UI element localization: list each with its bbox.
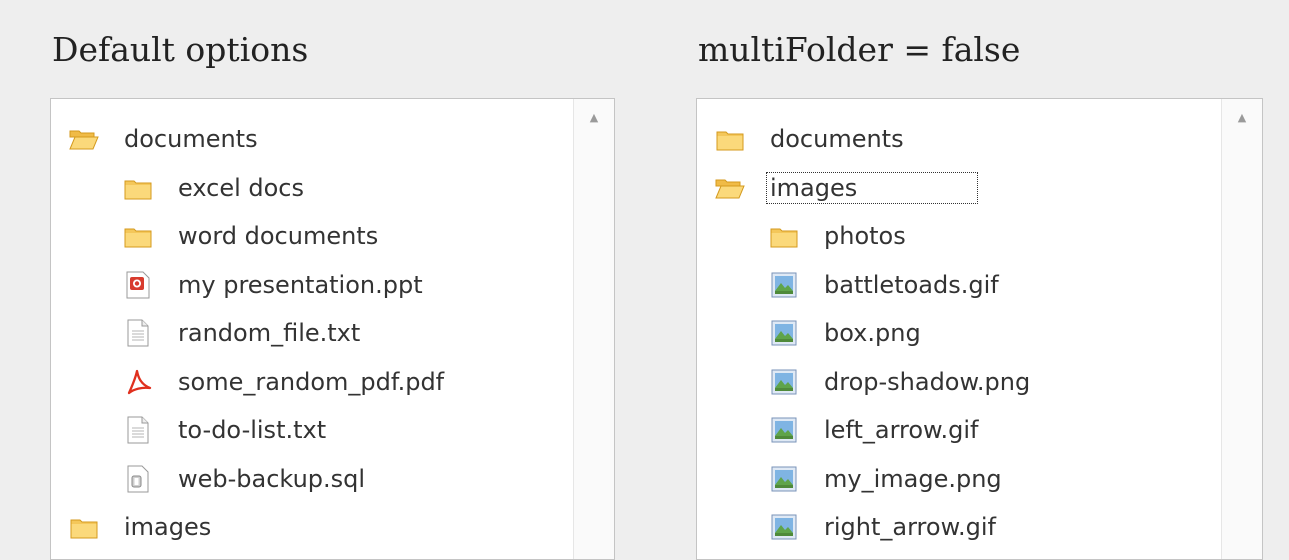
folder-icon	[69, 512, 99, 542]
folder-open-icon	[715, 173, 745, 203]
text-file-icon	[123, 415, 153, 445]
image-file-icon	[769, 318, 799, 348]
tree-item-label[interactable]: my_image.png	[821, 464, 1005, 494]
tree-item-label[interactable]: drop-shadow.png	[821, 367, 1033, 397]
pdf-file-icon	[123, 367, 153, 397]
tree-file-item[interactable]: web-backup.sql	[51, 455, 574, 504]
tree-file-item[interactable]: drop-shadow.png	[697, 358, 1222, 407]
tree-item-label[interactable]: photos	[821, 221, 909, 251]
tree-item-label[interactable]: some_random_pdf.pdf	[175, 367, 447, 397]
scroll-up-arrow-icon[interactable]: ▲	[1222, 99, 1262, 135]
tree-item-label[interactable]: left_arrow.gif	[821, 415, 981, 445]
tree-file-item[interactable]: battletoads.gif	[697, 261, 1222, 310]
tree-file-item[interactable]: some_random_pdf.pdf	[51, 358, 574, 407]
tree-file-item[interactable]: box.png	[697, 309, 1222, 358]
tree-file-item[interactable]: right_arrow.gif	[697, 503, 1222, 552]
image-file-icon	[769, 415, 799, 445]
image-file-icon	[769, 367, 799, 397]
tree-item-label[interactable]: excel docs	[175, 173, 307, 203]
tree-item-label[interactable]: images	[121, 512, 214, 542]
scroll-up-arrow-icon[interactable]: ▲	[574, 99, 614, 135]
vertical-scrollbar[interactable]: ▲	[573, 99, 614, 559]
tree-folder-item[interactable]: word documents	[51, 212, 574, 261]
tree-file-item[interactable]: left_arrow.gif	[697, 406, 1222, 455]
tree-file-item[interactable]: my_image.png	[697, 455, 1222, 504]
tree-item-label[interactable]: documents	[767, 124, 907, 154]
tree-item-label[interactable]: battletoads.gif	[821, 270, 1002, 300]
tree-item-label[interactable]: documents	[121, 124, 261, 154]
tree-item-label[interactable]: word documents	[175, 221, 381, 251]
tree-folder-item[interactable]: documents	[697, 115, 1222, 164]
tree-folder-item[interactable]: images	[697, 164, 1222, 213]
tree-item-label[interactable]: images	[765, 171, 979, 204]
tree-item-label[interactable]: to-do-list.txt	[175, 415, 329, 445]
folder-icon	[123, 221, 153, 251]
folder-icon	[123, 173, 153, 203]
tree-item-label[interactable]: box.png	[821, 318, 924, 348]
image-file-icon	[769, 270, 799, 300]
file-tree-multifolder: documents images photos battletoads.gif box.…	[697, 115, 1222, 552]
tree-folder-item[interactable]: excel docs	[51, 164, 574, 213]
multifolder-heading: multiFolder = false	[698, 30, 1021, 69]
vertical-scrollbar[interactable]: ▲	[1221, 99, 1262, 559]
image-file-icon	[769, 464, 799, 494]
file-tree-panel-default[interactable]: documents excel docs word documents my pres…	[50, 98, 615, 560]
sql-file-icon	[123, 464, 153, 494]
tree-file-item[interactable]: random_file.txt	[51, 309, 574, 358]
file-tree-default: documents excel docs word documents my pres…	[51, 115, 574, 552]
file-tree-panel-multifolder[interactable]: documents images photos battletoads.gif box.…	[696, 98, 1263, 560]
tree-item-label[interactable]: random_file.txt	[175, 318, 363, 348]
tree-folder-item[interactable]: images	[51, 503, 574, 552]
tree-folder-item[interactable]: photos	[697, 212, 1222, 261]
tree-item-label[interactable]: web-backup.sql	[175, 464, 368, 494]
text-file-icon	[123, 318, 153, 348]
ppt-file-icon	[123, 270, 153, 300]
tree-item-label[interactable]: my presentation.ppt	[175, 270, 426, 300]
tree-file-item[interactable]: my presentation.ppt	[51, 261, 574, 310]
tree-item-label[interactable]: right_arrow.gif	[821, 512, 999, 542]
image-file-icon	[769, 512, 799, 542]
folder-icon	[715, 124, 745, 154]
tree-folder-item[interactable]: documents	[51, 115, 574, 164]
tree-file-item[interactable]: to-do-list.txt	[51, 406, 574, 455]
default-options-heading: Default options	[52, 30, 309, 69]
folder-icon	[769, 221, 799, 251]
folder-open-icon	[69, 124, 99, 154]
